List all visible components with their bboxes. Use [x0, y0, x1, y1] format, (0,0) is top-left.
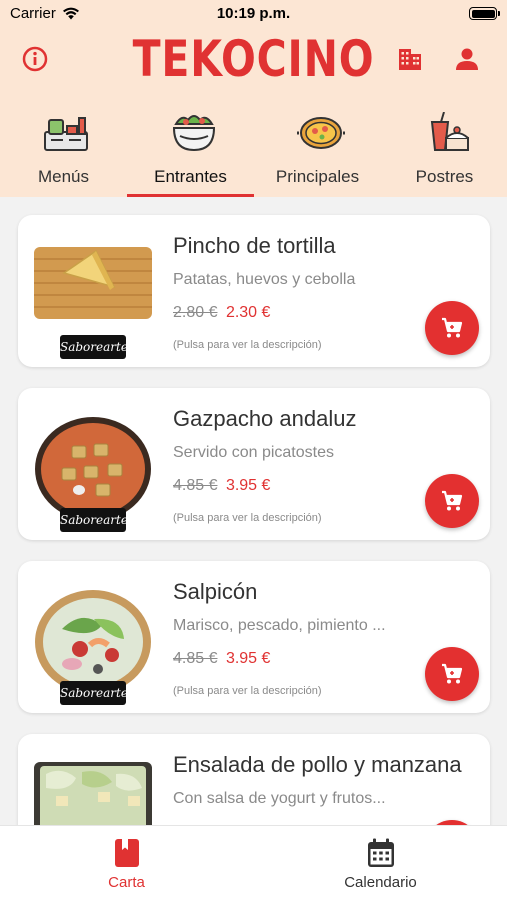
tortilla-board-image [34, 247, 152, 319]
product-prices: 2.80 € 2.30 € [173, 304, 270, 322]
app-header: Carrier 10:19 p.m. TEKOCINO Menús Entran… [0, 0, 507, 197]
nav-label: Calendario [344, 874, 417, 891]
old-price: 4.85 € [173, 477, 218, 494]
bottom-nav: Carta Calendario [0, 825, 507, 900]
product-title: Salpicón [173, 579, 258, 604]
tab-menus[interactable]: Menús [0, 108, 127, 197]
status-bar: Carrier 10:19 p.m. [0, 0, 507, 28]
product-image: Saborearte [32, 416, 154, 532]
product-title: Pincho de tortilla [173, 233, 336, 258]
category-tabs: Menús Entrantes Principales Postres [0, 108, 507, 197]
add-to-cart-button[interactable] [425, 301, 479, 355]
info-icon[interactable] [22, 46, 48, 72]
price: 3.95 € [225, 477, 271, 494]
tab-entrantes[interactable]: Entrantes [127, 108, 254, 197]
battery-icon [469, 7, 500, 20]
gazpacho-bowl-image [35, 417, 151, 521]
tab-label: Principales [275, 167, 360, 186]
product-image [32, 762, 154, 825]
old-price: 4.85 € [173, 650, 218, 667]
brand-badge: Saborearte [60, 335, 128, 359]
add-to-cart-button[interactable] [425, 474, 479, 528]
product-subtitle: Con salsa de yogurt y frutos... [173, 790, 386, 807]
price: 2.30 € [225, 304, 271, 321]
nav-calendario[interactable]: Calendario [254, 826, 507, 900]
product-subtitle: Patatas, huevos y cebolla [173, 271, 356, 288]
add-to-cart-button[interactable] [425, 647, 479, 701]
product-card[interactable]: Saborearte Pincho de tortilla Patatas, h… [18, 215, 490, 367]
nav-label: Carta [108, 874, 145, 891]
product-title: Gazpacho andaluz [173, 406, 357, 431]
tab-label: Entrantes [154, 167, 227, 186]
user-icon[interactable] [455, 46, 479, 72]
top-bar: TEKOCINO [0, 28, 507, 92]
paella-pan-icon [297, 117, 345, 149]
book-icon [115, 839, 139, 867]
price: 3.95 € [225, 650, 271, 667]
salad-bowl-icon [172, 115, 216, 152]
drink-cake-icon [430, 112, 469, 151]
tab-principales[interactable]: Principales [254, 108, 381, 197]
product-subtitle: Servido con picatostes [173, 444, 334, 461]
product-card[interactable]: Saborearte Gazpacho andaluz Servido con … [18, 388, 490, 540]
brand-badge: Saborearte [60, 508, 128, 532]
tab-postres[interactable]: Postres [381, 108, 507, 197]
cart-icon [442, 663, 463, 684]
cart-icon [442, 490, 463, 511]
salpicon-bowl-image [35, 590, 151, 694]
description-hint: (Pulsa para ver la descripción) [173, 512, 322, 524]
tab-label: Postres [415, 167, 474, 186]
menu-tray-icon [44, 117, 88, 151]
product-card[interactable]: Saborearte Salpicón Marisco, pescado, pi… [18, 561, 490, 713]
description-hint: (Pulsa para ver la descripción) [173, 339, 322, 351]
nav-carta[interactable]: Carta [0, 826, 253, 900]
status-time: 10:19 p.m. [216, 5, 291, 22]
description-hint: (Pulsa para ver la descripción) [173, 685, 322, 697]
calendar-icon [368, 838, 394, 867]
product-prices: 4.85 € 3.95 € [173, 477, 270, 495]
building-icon[interactable] [397, 46, 423, 72]
product-image: Saborearte [32, 243, 154, 359]
product-prices: 4.85 € 3.95 € [173, 650, 270, 668]
product-image: Saborearte [32, 589, 154, 705]
brand-badge: Saborearte [60, 681, 128, 705]
product-list[interactable]: Saborearte Pincho de tortilla Patatas, h… [0, 197, 507, 825]
product-card[interactable]: Ensalada de pollo y manzana Con salsa de… [18, 734, 490, 825]
tab-label: Menús [37, 167, 90, 186]
chicken-salad-box-image [34, 762, 152, 825]
old-price: 2.80 € [173, 304, 218, 321]
cart-icon [442, 317, 463, 338]
product-title: Ensalada de pollo y manzana [173, 752, 462, 777]
product-subtitle: Marisco, pescado, pimiento ... [173, 617, 386, 634]
